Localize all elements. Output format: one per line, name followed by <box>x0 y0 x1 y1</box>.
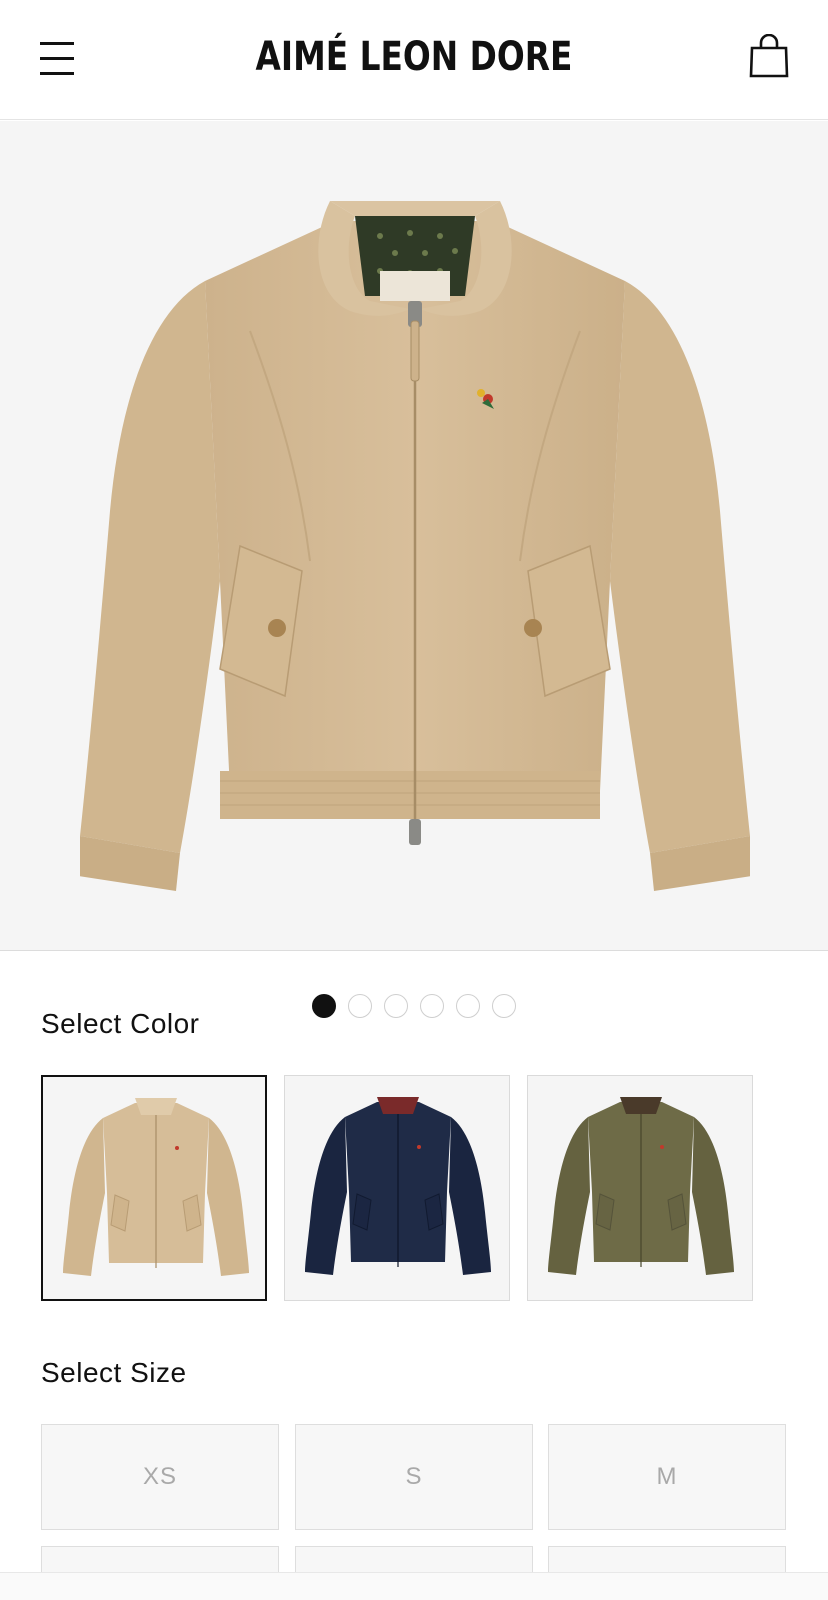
gallery-dot[interactable] <box>384 994 408 1018</box>
shopping-bag-icon[interactable] <box>748 33 790 80</box>
site-header: AIMÉ LEON DORE <box>0 0 828 120</box>
tan-jacket-thumbnail <box>63 1098 249 1276</box>
gallery-dot[interactable] <box>420 994 444 1018</box>
menu-line <box>40 72 74 75</box>
bottom-bar <box>0 1572 828 1600</box>
olive-jacket-thumbnail <box>548 1097 734 1275</box>
navy-jacket-thumbnail <box>305 1097 491 1275</box>
size-option-s[interactable]: S <box>295 1424 533 1530</box>
hamburger-menu-icon[interactable] <box>36 38 76 82</box>
menu-line <box>40 42 74 45</box>
brand-logo[interactable]: AIMÉ LEON DORE <box>75 34 754 80</box>
select-color-heading: Select Color <box>41 1008 200 1039</box>
menu-line <box>40 57 74 60</box>
product-image-gallery[interactable] <box>0 121 828 1018</box>
gallery-dot[interactable] <box>456 994 480 1018</box>
color-swatch-olive[interactable] <box>527 1075 753 1301</box>
gallery-dot[interactable] <box>312 994 336 1018</box>
color-swatch-tan[interactable] <box>41 1075 267 1301</box>
gallery-dot[interactable] <box>492 994 516 1018</box>
gallery-dot[interactable] <box>348 994 372 1018</box>
size-option-xs[interactable]: XS <box>41 1424 279 1530</box>
size-option-m[interactable]: M <box>548 1424 786 1530</box>
product-jacket-image <box>80 201 750 891</box>
color-swatch-navy[interactable] <box>284 1075 510 1301</box>
select-size-heading: Select Size <box>41 1357 187 1388</box>
